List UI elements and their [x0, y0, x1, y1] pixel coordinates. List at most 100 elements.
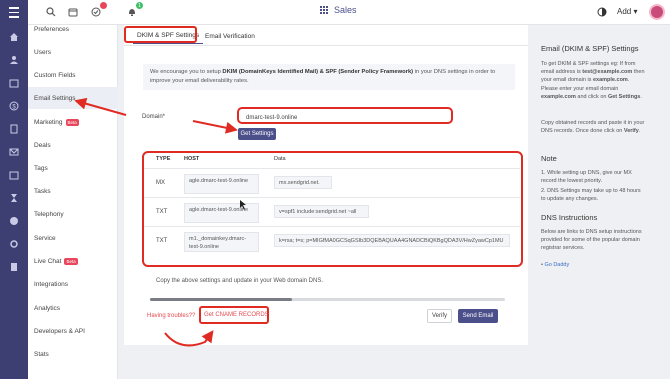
menu-item-live-chat[interactable]: Live Chat Beta [28, 250, 118, 272]
send-email-button[interactable]: Send Email [458, 309, 498, 323]
reports-icon[interactable] [9, 216, 19, 226]
record-type: TXT [156, 238, 168, 244]
menu-item-analytics[interactable]: Analytics [28, 297, 118, 319]
notes-icon[interactable] [9, 262, 19, 272]
menu-item-deals[interactable]: Deals [28, 134, 118, 156]
hourglass-icon[interactable] [9, 193, 19, 203]
calendar-icon[interactable] [66, 5, 80, 19]
menu-item-tags[interactable]: Tags [28, 157, 118, 179]
menu-item-marketing[interactable]: Marketing Beta [28, 111, 118, 133]
record-data-field[interactable]: v=spf1 include:sendgrid.net ~all [274, 205, 369, 218]
menu-item-label: Users [34, 48, 51, 56]
menu-item-integrations[interactable]: Integrations [28, 273, 118, 295]
home-icon[interactable] [9, 32, 19, 42]
menu-item-label: Tags [34, 164, 48, 172]
godaddy-link[interactable]: Go Daddy [544, 262, 569, 268]
menu-item-preferences[interactable]: Preferences [28, 18, 118, 40]
notification-count: 1 [136, 2, 143, 9]
record-data-field[interactable]: k=rsa; t=s; p=MIGfMA0GCSqGSIb3DQEBAQUAA4… [274, 234, 510, 247]
notifications-icon[interactable]: 1 [125, 2, 143, 19]
header-type: TYPE [156, 156, 171, 162]
menu-item-label: Custom Fields [34, 71, 76, 79]
menu-item-stats[interactable]: Stats [28, 343, 118, 365]
tab-label: DKIM & SPF Settings [137, 32, 200, 39]
menu-item-service[interactable]: Service [28, 227, 118, 249]
menu-item-custom-fields[interactable]: Custom Fields [28, 64, 118, 86]
contacts-icon[interactable] [9, 55, 19, 65]
menu-item-label: Live Chat [34, 257, 62, 265]
note-1: 1. While setting up DNS, give our MX rec… [541, 170, 632, 185]
header-host: HOST [184, 156, 200, 162]
record-data-field[interactable]: mx.sendgrid.net. [274, 176, 332, 189]
avatar[interactable] [649, 4, 665, 20]
help-text: and click on [575, 93, 608, 100]
menu-item-label: Stats [34, 350, 49, 358]
icon-rail: $ [0, 25, 28, 379]
menu-item-label: Telephony [34, 210, 64, 218]
help-paragraph-2: Copy obtained records and paste it in yo… [541, 119, 645, 135]
tab-dkim-spf[interactable]: DKIM & SPF Settings [133, 28, 204, 44]
menu-item-label: Preferences [34, 25, 70, 33]
menu-item-tasks[interactable]: Tasks [28, 180, 118, 202]
documents-icon[interactable] [9, 124, 19, 134]
menu-item-telephony[interactable]: Telephony [28, 203, 118, 225]
tab-email-verification[interactable]: Email Verification [201, 28, 259, 44]
help-text: . [640, 93, 642, 100]
record-host-field[interactable]: agle.dmarc-test-9.online [184, 203, 259, 223]
help-text-bold: Verify [623, 128, 639, 135]
tasks-badge [100, 2, 107, 9]
menu-item-label: Deals [34, 141, 51, 149]
calendar-rail-icon[interactable] [9, 170, 19, 180]
scrollbar-thumb[interactable] [150, 298, 292, 301]
help-title: Email (DKIM & SPF) Settings [541, 44, 639, 53]
get-cname-records-link[interactable]: Get CNAME RECORDS [204, 312, 269, 318]
verify-button[interactable]: Verify [427, 309, 452, 323]
menu-item-users[interactable]: Users [28, 41, 118, 63]
tab-divider [124, 45, 528, 46]
dns-instructions-title: DNS Instructions [541, 213, 598, 222]
app-name: Sales [334, 5, 357, 15]
accounts-icon[interactable] [9, 78, 19, 88]
menu-item-label: Email Settings [34, 94, 76, 102]
tab-label: Email Verification [205, 32, 255, 40]
record-type: MX [156, 180, 165, 186]
menu-item-label: Marketing [34, 118, 63, 126]
copy-instructions: Copy the above settings and update in yo… [156, 278, 323, 284]
horizontal-scrollbar[interactable] [150, 298, 505, 301]
search-icon[interactable] [44, 5, 58, 19]
beta-badge: Beta [65, 118, 79, 126]
domain-input[interactable]: dmarc-test-9.online [241, 111, 454, 125]
note-2: 2. DNS Settings may take up to 48 hours … [541, 188, 641, 203]
add-label: Add [617, 7, 632, 16]
help-text-bold: Get Settings [607, 93, 641, 100]
dkim-spf-panel: DKIM & SPF Settings Email Verification W… [124, 25, 528, 345]
deals-icon[interactable]: $ [9, 101, 19, 111]
troubles-text: Having troubles?? [147, 313, 196, 319]
add-button[interactable]: Add ▾ [617, 7, 637, 16]
caret-down-icon: ▾ [633, 7, 638, 16]
bullet-icon: • [541, 262, 543, 268]
dns-instructions-text: Below are links to DNS setup instruction… [541, 229, 642, 252]
info-text-bold: DKIM (DomainKeys Identified Mail) & SPF … [222, 69, 414, 75]
email-icon[interactable] [9, 147, 19, 157]
settings-icon[interactable] [9, 239, 19, 249]
tasks-icon[interactable] [89, 2, 107, 19]
header-data: Data [274, 156, 286, 162]
menu-item-developers-api[interactable]: Developers & API [28, 320, 118, 342]
record-host-field[interactable]: agle.dmarc-test-9.online [184, 174, 259, 194]
menu-item-label: Analytics [34, 304, 61, 312]
record-type: TXT [156, 209, 168, 215]
help-sidebar: Email (DKIM & SPF) Settings To get DKIM … [541, 25, 670, 379]
get-settings-button[interactable]: Get Settings [238, 128, 276, 140]
theme-toggle-icon[interactable] [595, 5, 609, 19]
help-text-bold: example.com [541, 93, 576, 100]
apps-grid-icon [320, 6, 328, 14]
menu-item-email-settings[interactable]: Email Settings [28, 87, 118, 109]
settings-menu: Preferences Users Custom Fields Email Se… [28, 25, 118, 379]
table-row: TXT m1._domainkey.dmarc-test-9.online k=… [144, 226, 520, 255]
record-host-field[interactable]: m1._domainkey.dmarc-test-9.online [184, 232, 259, 252]
help-text-bold: example.com [592, 77, 628, 84]
menu-toggle-button[interactable] [0, 0, 28, 25]
menu-item-label: Service [34, 234, 56, 242]
app-switcher[interactable]: Sales [320, 5, 357, 15]
